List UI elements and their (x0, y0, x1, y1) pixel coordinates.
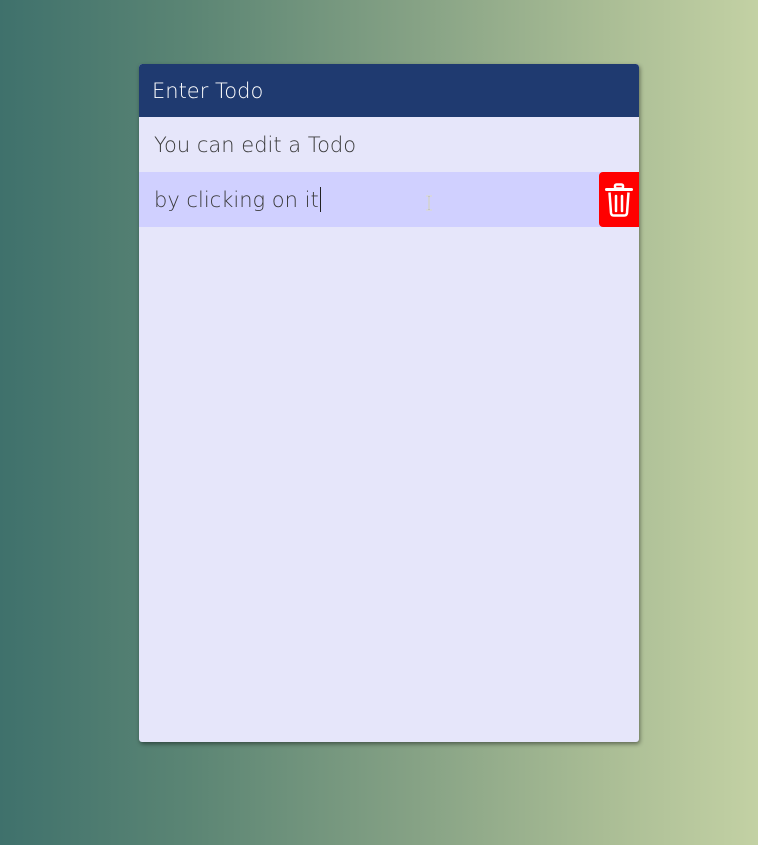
todo-item-editing[interactable]: by clicking on it (139, 172, 639, 227)
trash-icon (605, 182, 633, 217)
text-caret (319, 187, 322, 212)
todo-list: You can edit a Todo by clicking on it (139, 117, 639, 227)
todo-item-text[interactable]: You can edit a Todo (154, 133, 356, 157)
todo-header (139, 64, 639, 117)
delete-todo-button[interactable] (599, 172, 639, 227)
todo-item[interactable]: You can edit a Todo (139, 117, 639, 172)
todo-item-text[interactable]: by clicking on it (154, 188, 319, 212)
todo-card: You can edit a Todo by clicking on it (139, 64, 639, 742)
todo-input[interactable] (152, 78, 639, 103)
text-cursor-icon (426, 195, 432, 211)
